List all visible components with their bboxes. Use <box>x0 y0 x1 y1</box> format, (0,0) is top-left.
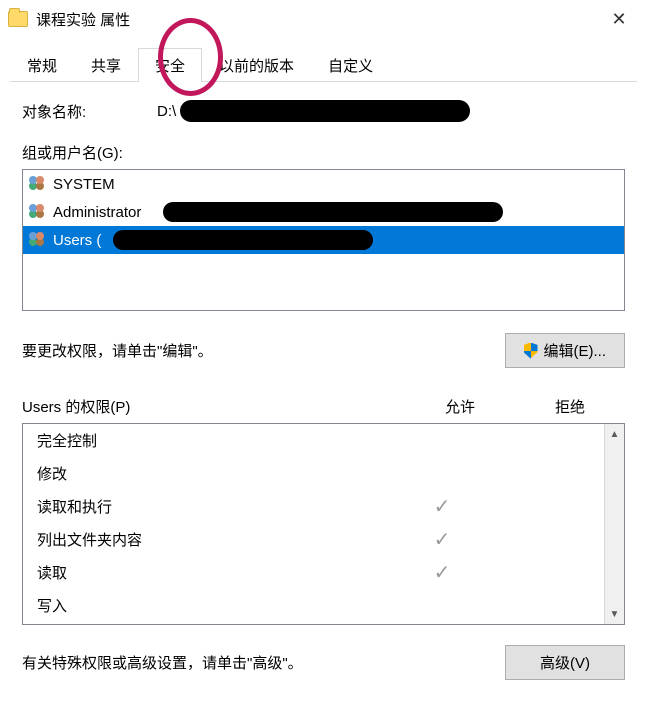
permission-name: 写入 <box>37 595 388 616</box>
principal-name: Users ( <box>53 232 101 249</box>
redacted-text <box>163 202 503 222</box>
permission-name: 修改 <box>37 463 388 484</box>
tab-security[interactable]: 安全 <box>138 48 202 82</box>
advanced-button[interactable]: 高级(V) <box>505 645 625 680</box>
users-icon <box>29 232 47 248</box>
permission-name: 读取和执行 <box>37 496 388 517</box>
tab-previous-versions[interactable]: 以前的版本 <box>202 48 311 82</box>
list-item[interactable]: Administrator <box>23 198 624 226</box>
edit-button-label: 编辑(E)... <box>544 340 607 361</box>
titlebar: 课程实验 属性 ✕ <box>0 0 647 38</box>
scroll-down-icon[interactable]: ▼ <box>605 604 624 624</box>
object-name-label: 对象名称: <box>22 101 157 122</box>
tab-customize[interactable]: 自定义 <box>311 48 390 82</box>
users-icon <box>29 204 47 220</box>
permission-row: 修改 <box>23 457 604 490</box>
users-icon <box>29 176 47 192</box>
list-item[interactable]: Users ( <box>23 226 624 254</box>
permission-row: 完全控制 <box>23 424 604 457</box>
scroll-track[interactable] <box>605 444 624 604</box>
shield-icon <box>524 343 538 359</box>
permissions-for-label: Users 的权限(P) <box>22 396 405 417</box>
folder-icon <box>8 11 28 27</box>
permission-name: 读取 <box>37 562 388 583</box>
permissions-listbox: 完全控制修改读取和执行✓列出文件夹内容✓读取✓写入 ▲ ▼ <box>22 423 625 625</box>
object-name-row: 对象名称: D:\ <box>22 100 625 122</box>
scrollbar[interactable]: ▲ ▼ <box>604 424 624 624</box>
tab-strip: 常规 共享 安全 以前的版本 自定义 <box>0 38 647 82</box>
allow-check-icon: ✓ <box>388 494 496 519</box>
edit-hint: 要更改权限，请单击"编辑"。 <box>22 340 495 361</box>
permission-row: 读取✓ <box>23 556 604 589</box>
redacted-text <box>113 230 373 250</box>
close-icon[interactable]: ✕ <box>599 4 639 34</box>
advanced-button-label: 高级(V) <box>540 652 590 673</box>
advanced-hint: 有关特殊权限或高级设置，请单击"高级"。 <box>22 652 495 673</box>
deny-column-header: 拒绝 <box>515 396 625 417</box>
allow-check-icon: ✓ <box>388 560 496 585</box>
principals-listbox[interactable]: SYSTEM Administrator Users ( <box>22 169 625 311</box>
permission-row: 写入 <box>23 589 604 622</box>
permission-row: 读取和执行✓ <box>23 490 604 523</box>
permission-row: 列出文件夹内容✓ <box>23 523 604 556</box>
allow-check-icon: ✓ <box>388 527 496 552</box>
redacted-object-path <box>180 100 470 122</box>
tab-sharing[interactable]: 共享 <box>74 48 138 82</box>
object-path-prefix: D:\ <box>157 103 176 120</box>
list-item[interactable]: SYSTEM <box>23 170 624 198</box>
tab-general[interactable]: 常规 <box>10 48 74 82</box>
edit-button[interactable]: 编辑(E)... <box>505 333 626 368</box>
permissions-header: Users 的权限(P) 允许 拒绝 <box>22 396 625 417</box>
permission-name: 完全控制 <box>37 430 388 451</box>
principal-name: SYSTEM <box>53 176 115 193</box>
allow-column-header: 允许 <box>405 396 515 417</box>
security-panel: 对象名称: D:\ 组或用户名(G): SYSTEM Administrator… <box>0 82 647 690</box>
permission-name: 列出文件夹内容 <box>37 529 388 550</box>
window-title: 课程实验 属性 <box>36 9 130 30</box>
groups-label: 组或用户名(G): <box>22 142 625 163</box>
principal-name: Administrator <box>53 204 141 221</box>
scroll-up-icon[interactable]: ▲ <box>605 424 624 444</box>
